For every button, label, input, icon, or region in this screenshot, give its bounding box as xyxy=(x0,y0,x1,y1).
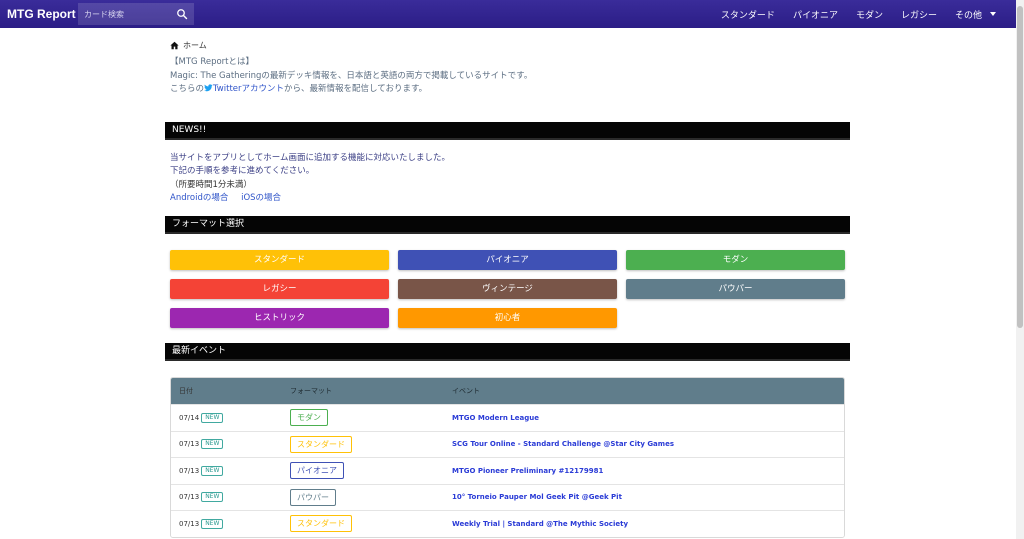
news-body: 当サイトをアプリとしてホーム画面に追加する機能に対応いたしました。 下記の手順を… xyxy=(170,152,450,205)
intro-description: Magic: The Gatheringの最新デッキ情報を、日本語と英語の両方で… xyxy=(170,70,533,81)
events-table: 日付 フォーマット イベント 07/14 NEW モダン MTGO Modern … xyxy=(170,377,845,538)
nav-dropdown-other-label: その他 xyxy=(954,10,982,21)
site-intro: 【MTG Reportとは】 Magic: The Gatheringの最新デッ… xyxy=(170,56,532,97)
new-badge: NEW xyxy=(201,412,224,423)
event-link[interactable]: Weekly Trial | Standard @The Mythic Soci… xyxy=(452,520,844,528)
intro-twitter-post: から、最新情報を配信しております。 xyxy=(284,84,428,94)
table-row[interactable]: 07/13 NEW パイオニア MTGO Pioneer Preliminary … xyxy=(171,457,844,484)
event-link[interactable]: MTGO Pioneer Preliminary #12179981 xyxy=(452,467,844,475)
event-date: 07/13 xyxy=(179,466,200,475)
twitter-account-link[interactable]: Twitterアカウント xyxy=(204,84,284,94)
table-row[interactable]: 07/14 NEW モダン MTGO Modern League xyxy=(171,404,844,431)
format-button-pauper[interactable]: パウパー xyxy=(626,279,845,299)
col-header-event: イベント xyxy=(452,387,480,395)
col-header-format: フォーマット xyxy=(290,387,332,395)
twitter-icon xyxy=(204,84,213,92)
nav-link-modern[interactable]: モダン xyxy=(856,8,883,21)
intro-twitter-line: こちらの Twitterアカウントから、最新情報を配信しております。 xyxy=(170,83,532,97)
table-row[interactable]: 07/13 NEW スタンダード Weekly Trial | Standard … xyxy=(171,510,844,537)
breadcrumb: ホーム xyxy=(170,40,207,51)
caret-down-icon xyxy=(990,12,996,16)
format-button-pioneer[interactable]: パイオニア xyxy=(398,250,617,270)
android-guide-link[interactable]: Androidの場合 xyxy=(170,193,228,203)
format-select-header: フォーマット選択 xyxy=(165,216,850,234)
event-link[interactable]: MTGO Modern League xyxy=(452,414,844,422)
format-button-legacy[interactable]: レガシー xyxy=(170,279,389,299)
search-icon[interactable] xyxy=(176,8,188,20)
event-format-tag[interactable]: スタンダード xyxy=(290,515,352,533)
event-date: 07/13 xyxy=(179,519,200,528)
scrollbar-thumb[interactable] xyxy=(1017,6,1023,328)
event-format-tag[interactable]: パイオニア xyxy=(290,462,344,480)
site-logo[interactable]: MTG Report xyxy=(0,7,76,21)
nav-links: スタンダード パイオニア モダン レガシー その他 xyxy=(703,0,1016,28)
breadcrumb-home[interactable]: ホーム xyxy=(183,40,207,51)
twitter-link-text: Twitterアカウント xyxy=(213,84,285,94)
format-button-vintage[interactable]: ヴィンテージ xyxy=(398,279,617,299)
top-navbar: MTG Report スタンダード パイオニア モダン レガシー その他 xyxy=(0,0,1016,28)
col-header-date: 日付 xyxy=(179,387,193,395)
event-link[interactable]: SCG Tour Online - Standard Challenge @St… xyxy=(452,440,844,448)
event-link[interactable]: 10° Torneio Pauper Mol Geek Pit @Geek Pi… xyxy=(452,493,844,501)
new-badge: NEW xyxy=(201,518,224,529)
event-format-tag[interactable]: モダン xyxy=(290,409,328,427)
news-line-3: （所要時間1分未満） xyxy=(170,179,252,190)
table-row[interactable]: 07/13 NEW パウパー 10° Torneio Pauper Mol Gee… xyxy=(171,483,844,510)
intro-heading: 【MTG Reportとは】 xyxy=(170,57,254,67)
event-date: 07/13 xyxy=(179,440,200,449)
news-line-2: 下記の手順を参考に進めてください。 xyxy=(170,166,315,177)
format-button-standard[interactable]: スタンダード xyxy=(170,250,389,270)
ios-guide-link[interactable]: iOSの場合 xyxy=(241,193,281,203)
format-button-beginner[interactable]: 初心者 xyxy=(398,308,617,328)
event-format-tag[interactable]: パウパー xyxy=(290,488,336,506)
news-links: Androidの場合 iOSの場合 xyxy=(170,192,450,205)
news-header: NEWS!! xyxy=(165,122,850,140)
home-icon[interactable] xyxy=(170,41,179,50)
nav-link-pioneer[interactable]: パイオニア xyxy=(793,8,838,21)
event-date: 07/14 xyxy=(179,413,200,422)
new-badge: NEW xyxy=(201,492,224,503)
latest-events-header: 最新イベント xyxy=(165,343,850,361)
new-badge: NEW xyxy=(201,439,224,450)
format-button-historic[interactable]: ヒストリック xyxy=(170,308,389,328)
event-format-tag[interactable]: スタンダード xyxy=(290,435,352,453)
nav-link-standard[interactable]: スタンダード xyxy=(721,8,775,21)
table-row[interactable]: 07/13 NEW スタンダード SCG Tour Online - Standa… xyxy=(171,430,844,457)
intro-twitter-pre: こちらの xyxy=(170,84,205,94)
event-date: 07/13 xyxy=(179,493,200,502)
format-button-modern[interactable]: モダン xyxy=(626,250,845,270)
card-search-input[interactable] xyxy=(84,9,170,19)
news-line-1: 当サイトをアプリとしてホーム画面に追加する機能に対応いたしました。 xyxy=(170,153,450,163)
events-table-header: 日付 フォーマット イベント xyxy=(171,378,844,404)
nav-dropdown-other[interactable]: その他 xyxy=(955,8,996,21)
nav-link-legacy[interactable]: レガシー xyxy=(901,8,937,21)
search-box xyxy=(78,3,194,25)
page-scrollbar[interactable] xyxy=(1016,0,1024,539)
new-badge: NEW xyxy=(201,465,224,476)
